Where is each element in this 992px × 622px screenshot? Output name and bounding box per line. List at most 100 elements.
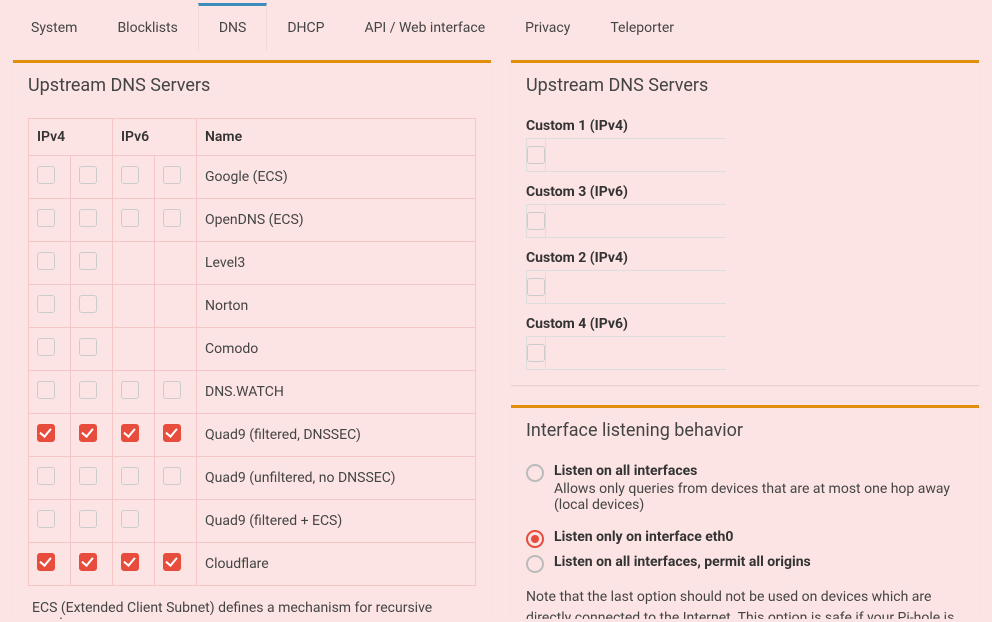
- custom-dns-field: Custom 1 (IPv4): [526, 118, 726, 172]
- dns-checkbox[interactable]: [79, 295, 97, 313]
- listening-note: Note that the last option should not be …: [526, 587, 964, 619]
- tab-teleporter[interactable]: Teleporter: [590, 3, 694, 50]
- custom-dns-label: Custom 1 (IPv4): [526, 118, 726, 134]
- radio-button[interactable]: [526, 530, 544, 548]
- th-name: Name: [197, 119, 476, 156]
- custom-dns-checkbox[interactable]: [527, 146, 545, 164]
- dns-checkbox[interactable]: [37, 295, 55, 313]
- radio-label: Listen on all interfaces: [554, 463, 964, 479]
- custom-dns-label: Custom 2 (IPv4): [526, 250, 726, 266]
- dns-checkbox[interactable]: [79, 467, 97, 485]
- custom-dns-checkbox[interactable]: [527, 212, 545, 230]
- custom-dns-row: [526, 336, 726, 370]
- checkbox-cell: [155, 543, 197, 586]
- tab-dns[interactable]: DNS: [198, 3, 268, 50]
- radio-label: Listen on all interfaces, permit all ori…: [554, 554, 811, 570]
- table-row: OpenDNS (ECS): [29, 199, 476, 242]
- tab-system[interactable]: System: [11, 3, 97, 50]
- checkbox-cell: [155, 156, 197, 199]
- checkbox-cell: [29, 156, 71, 199]
- custom-dns-input[interactable]: [546, 337, 743, 369]
- dns-provider-name: Quad9 (filtered, DNSSEC): [197, 414, 476, 457]
- dns-checkbox[interactable]: [121, 424, 139, 442]
- dns-checkbox[interactable]: [163, 467, 181, 485]
- custom-dns-enable-wrap: [527, 271, 546, 303]
- dns-checkbox[interactable]: [79, 553, 97, 571]
- custom-dns-field: Custom 3 (IPv6): [526, 184, 726, 238]
- dns-checkbox[interactable]: [121, 381, 139, 399]
- checkbox-cell: [155, 414, 197, 457]
- checkbox-cell: [29, 371, 71, 414]
- custom-dns-input[interactable]: [546, 205, 743, 237]
- dns-checkbox[interactable]: [121, 510, 139, 528]
- tab-dhcp[interactable]: DHCP: [267, 3, 344, 50]
- dns-checkbox[interactable]: [37, 338, 55, 356]
- checkbox-cell: [29, 500, 71, 543]
- tab-blocklists[interactable]: Blocklists: [97, 3, 197, 50]
- dns-checkbox[interactable]: [37, 553, 55, 571]
- radio-button[interactable]: [526, 555, 544, 573]
- checkbox-cell: [71, 457, 113, 500]
- dns-checkbox[interactable]: [79, 424, 97, 442]
- table-row: DNS.WATCH: [29, 371, 476, 414]
- dns-checkbox[interactable]: [121, 209, 139, 227]
- custom-dns-enable-wrap: [527, 337, 546, 369]
- dns-checkbox[interactable]: [163, 553, 181, 571]
- custom-dns-row: [526, 270, 726, 304]
- dns-checkbox[interactable]: [37, 467, 55, 485]
- table-row: Cloudflare: [29, 543, 476, 586]
- dns-provider-name: Comodo: [197, 328, 476, 371]
- custom-dns-input[interactable]: [546, 139, 743, 171]
- dns-checkbox[interactable]: [121, 467, 139, 485]
- dns-checkbox[interactable]: [163, 381, 181, 399]
- checkbox-cell: [113, 414, 155, 457]
- radio-option[interactable]: Listen on all interfaces, permit all ori…: [526, 554, 964, 573]
- custom-dns-enable-wrap: [527, 205, 546, 237]
- dns-checkbox[interactable]: [79, 209, 97, 227]
- dns-checkbox[interactable]: [37, 209, 55, 227]
- checkbox-cell: [113, 285, 155, 328]
- checkbox-cell: [113, 500, 155, 543]
- custom-dns-enable-wrap: [527, 139, 546, 171]
- custom-dns-body: Custom 1 (IPv4) Custom 3 (IPv6) Custom 2 (…: [511, 108, 979, 385]
- checkbox-cell: [71, 199, 113, 242]
- dns-checkbox[interactable]: [163, 209, 181, 227]
- checkbox-cell: [155, 199, 197, 242]
- dns-checkbox[interactable]: [37, 381, 55, 399]
- dns-checkbox[interactable]: [79, 338, 97, 356]
- custom-dns-input[interactable]: [546, 271, 743, 303]
- dns-checkbox[interactable]: [79, 166, 97, 184]
- custom-dns-title: Upstream DNS Servers: [511, 63, 979, 108]
- dns-checkbox[interactable]: [37, 166, 55, 184]
- left-column: Upstream DNS Servers IPv4 IPv6 Name Goog…: [13, 60, 491, 619]
- checkbox-cell: [71, 328, 113, 371]
- radio-option[interactable]: Listen only on interface eth0: [526, 529, 964, 548]
- checkbox-cell: [71, 543, 113, 586]
- custom-dns-checkbox[interactable]: [527, 344, 545, 362]
- table-row: Comodo: [29, 328, 476, 371]
- custom-dns-box: Upstream DNS Servers Custom 1 (IPv4)Cust…: [511, 60, 979, 385]
- dns-checkbox[interactable]: [79, 381, 97, 399]
- custom-dns-checkbox[interactable]: [527, 278, 545, 296]
- checkbox-cell: [71, 156, 113, 199]
- tab-privacy[interactable]: Privacy: [505, 3, 590, 50]
- dns-checkbox[interactable]: [37, 252, 55, 270]
- checkbox-cell: [29, 543, 71, 586]
- custom-dns-row: [526, 204, 726, 238]
- checkbox-cell: [71, 285, 113, 328]
- radio-button[interactable]: [526, 464, 544, 482]
- dns-checkbox[interactable]: [37, 510, 55, 528]
- dns-checkbox[interactable]: [121, 166, 139, 184]
- dns-checkbox[interactable]: [163, 424, 181, 442]
- dns-checkbox[interactable]: [121, 553, 139, 571]
- dns-provider-name: Quad9 (filtered + ECS): [197, 500, 476, 543]
- checkbox-cell: [155, 457, 197, 500]
- dns-checkbox[interactable]: [79, 252, 97, 270]
- dns-checkbox[interactable]: [79, 510, 97, 528]
- radio-option[interactable]: Listen on all interfaces Allows only quer…: [526, 463, 964, 523]
- tab-api-web-interface[interactable]: API / Web interface: [344, 3, 505, 50]
- dns-provider-name: Norton: [197, 285, 476, 328]
- dns-checkbox[interactable]: [37, 424, 55, 442]
- dns-checkbox[interactable]: [163, 166, 181, 184]
- radio-description: Allows only queries from devices that ar…: [554, 481, 964, 513]
